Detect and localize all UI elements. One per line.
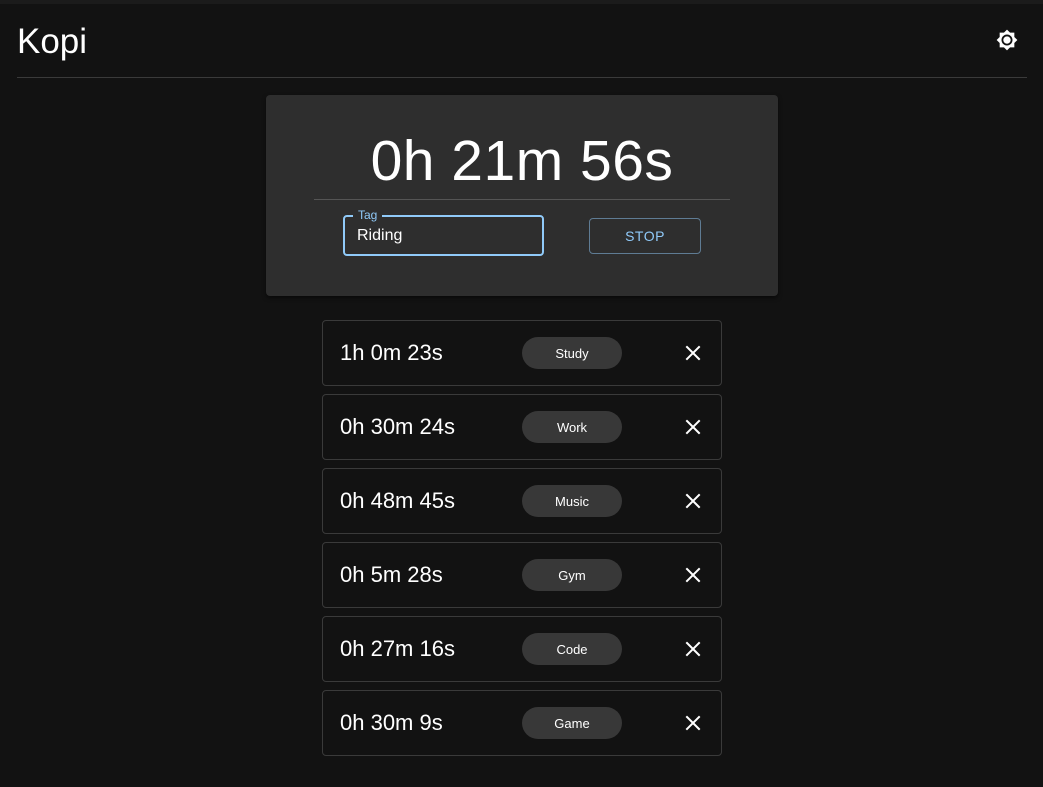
delete-entry-button[interactable] — [683, 343, 703, 363]
app-title: Kopi — [17, 22, 88, 61]
timer-card: 0h 21m 56s Tag STOP — [266, 95, 778, 296]
close-icon — [685, 493, 701, 509]
delete-entry-button[interactable] — [683, 491, 703, 511]
close-icon — [685, 345, 701, 361]
close-icon — [685, 419, 701, 435]
list-item: 1h 0m 23s Study — [322, 320, 722, 386]
delete-entry-button[interactable] — [683, 713, 703, 733]
tag-chip[interactable]: Work — [522, 411, 622, 443]
delete-entry-button[interactable] — [683, 417, 703, 437]
app-header: Kopi — [17, 4, 1027, 78]
close-icon — [685, 715, 701, 731]
delete-entry-button[interactable] — [683, 565, 703, 585]
close-icon — [685, 567, 701, 583]
list-item: 0h 30m 24s Work — [322, 394, 722, 460]
tag-field-label: Tag — [353, 208, 383, 222]
list-item: 0h 30m 9s Game — [322, 690, 722, 756]
list-item: 0h 48m 45s Music — [322, 468, 722, 534]
entry-duration: 0h 27m 16s — [340, 636, 455, 661]
brightness-settings-icon — [996, 29, 1018, 51]
tag-chip[interactable]: Study — [522, 337, 622, 369]
tag-chip[interactable]: Code — [522, 633, 622, 665]
timer-display: 0h 21m 56s — [370, 129, 674, 193]
timer-divider — [314, 199, 730, 200]
stop-button[interactable]: STOP — [589, 218, 701, 254]
entry-duration: 0h 30m 24s — [340, 414, 455, 439]
list-item: 0h 5m 28s Gym — [322, 542, 722, 608]
delete-entry-button[interactable] — [683, 639, 703, 659]
tag-field: Tag — [343, 208, 544, 256]
settings-button[interactable] — [995, 28, 1019, 52]
entry-duration: 0h 30m 9s — [340, 710, 443, 735]
entry-duration: 0h 5m 28s — [340, 562, 443, 587]
tag-chip[interactable]: Game — [522, 707, 622, 739]
entry-list: 1h 0m 23s Study 0h 30m 24s Work 0h 48m 4… — [322, 320, 722, 764]
list-item: 0h 27m 16s Code — [322, 616, 722, 682]
entry-duration: 0h 48m 45s — [340, 488, 455, 513]
tag-input[interactable] — [357, 226, 527, 246]
entry-duration: 1h 0m 23s — [340, 340, 443, 365]
tag-chip[interactable]: Gym — [522, 559, 622, 591]
tag-chip[interactable]: Music — [522, 485, 622, 517]
close-icon — [685, 641, 701, 657]
